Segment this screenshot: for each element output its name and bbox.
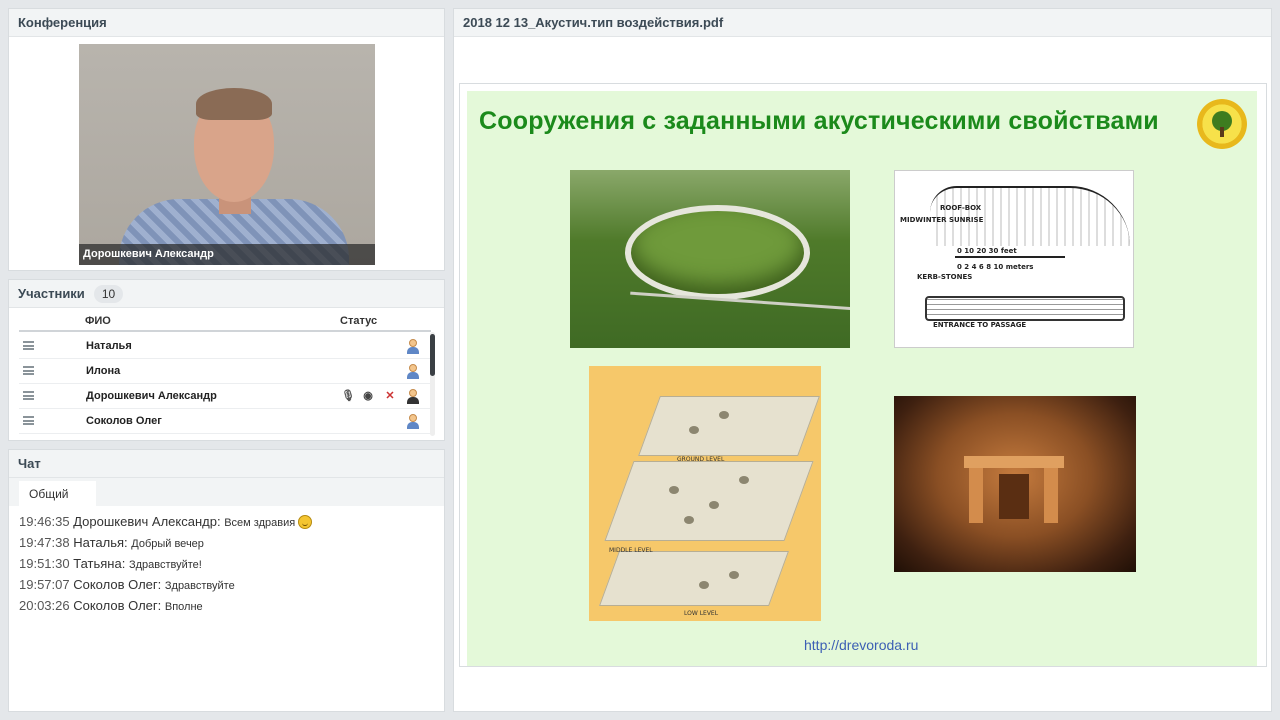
chat-message: 19:46:35 Дорошкевич Александр: Всем здра…: [19, 514, 313, 529]
chat-message: 19:51:30 Татьяна: Здравствуйте!: [19, 556, 202, 571]
participants-table-header: ФИО Статус: [19, 314, 431, 332]
message-author: Соколов Олег:: [73, 598, 162, 613]
conference-title: Конференция: [18, 15, 107, 30]
message-text: Добрый вечер: [131, 538, 204, 550]
conference-panel: Конференция Дорошкевич Александр: [8, 8, 445, 271]
slide: Сооружения с заданными акустическими сво…: [467, 91, 1257, 666]
hypogeum-level-map: GROUND LEVEL MIDDLE LEVEL LOW LEVEL: [589, 366, 821, 621]
slide-link[interactable]: http://drevoroda.ru: [804, 637, 918, 653]
message-author: Дорошкевич Александр:: [73, 514, 221, 529]
participants-title: Участники: [18, 286, 85, 301]
message-time: 19:46:35: [19, 514, 70, 529]
row-menu-icon[interactable]: [23, 416, 34, 425]
message-text: Всем здравия: [224, 517, 296, 529]
participants-count-badge: 10: [93, 284, 124, 303]
participant-name: Соколов Олег: [86, 415, 162, 427]
video-feed[interactable]: Дорошкевич Александр: [79, 44, 375, 265]
message-text: Вполне: [164, 601, 203, 613]
diagram-label: ROOF-BOX: [940, 204, 982, 212]
document-header: 2018 12 13_Акустич.тип воздействия.pdf: [454, 9, 1271, 37]
newgrange-aerial-photo: [570, 170, 850, 348]
message-author: Татьяна:: [73, 556, 126, 571]
column-status-header[interactable]: Статус: [340, 315, 377, 327]
user-status-icon: [405, 413, 421, 429]
message-time: 19:51:30: [19, 556, 70, 571]
message-text: Здравствуйте: [164, 580, 235, 592]
webcam-icon[interactable]: ◉: [360, 388, 376, 404]
conference-header: Конференция: [9, 9, 444, 37]
message-text: Здравствуйте!: [128, 559, 202, 571]
message-time: 19:47:38: [19, 535, 70, 550]
chat-message: 19:47:38 Наталья: Добрый вечер: [19, 535, 204, 550]
message-author: Наталья:: [73, 535, 128, 550]
participant-row[interactable]: Соколов Олег: [19, 409, 431, 434]
diagram-label: KERB-STONES: [917, 273, 973, 281]
chat-panel: Чат Общий 19:46:35 Дорошкевич Александр:…: [8, 449, 445, 712]
diagram-label: 0 2 4 6 8 10 meters: [957, 263, 1034, 271]
scrollbar-thumb[interactable]: [430, 334, 435, 376]
map-label: GROUND LEVEL: [677, 456, 725, 463]
video-speaker-label: Дорошкевич Александр: [79, 244, 375, 265]
participant-row[interactable]: Дорошкевич Александр 🎙 ◉ ✕: [19, 384, 431, 409]
column-name-header[interactable]: ФИО: [85, 315, 111, 327]
diagram-label: 0 10 20 30 feet: [957, 247, 1017, 255]
map-label: LOW LEVEL: [684, 610, 719, 617]
speaker-hair: [196, 88, 272, 120]
row-menu-icon[interactable]: [23, 391, 34, 400]
screen-share-off-icon[interactable]: ✕: [382, 388, 398, 404]
message-time: 20:03:26: [19, 598, 70, 613]
participant-name: Дорошкевич Александр: [86, 390, 217, 402]
participant-row[interactable]: Илона: [19, 359, 431, 384]
diagram-label: ENTRANCE TO PASSAGE: [933, 321, 1027, 329]
sun-logo-icon: [1197, 99, 1247, 149]
participant-name: Илона: [86, 365, 121, 377]
smiley-icon: [298, 515, 313, 529]
hypogeum-interior-photo: [894, 396, 1136, 572]
document-title: 2018 12 13_Акустич.тип воздействия.pdf: [463, 15, 724, 30]
message-author: Соколов Олег:: [73, 577, 162, 592]
chat-message: 19:57:07 Соколов Олег: Здравствуйте: [19, 577, 235, 592]
participant-name: Наталья: [86, 340, 132, 352]
row-menu-icon[interactable]: [23, 341, 34, 350]
presenter-status-icon: [405, 388, 421, 404]
slide-heading: Сооружения с заданными акустическими сво…: [479, 107, 1159, 135]
row-menu-icon[interactable]: [23, 366, 34, 375]
participant-row[interactable]: Наталья: [19, 334, 431, 359]
user-status-icon: [405, 363, 421, 379]
message-time: 19:57:07: [19, 577, 70, 592]
chat-message: 20:03:26 Соколов Олег: Вполне: [19, 598, 203, 613]
chat-tabbar: Общий: [9, 478, 444, 506]
participants-header: Участники 10: [9, 280, 444, 308]
chat-header: Чат: [9, 450, 444, 478]
participants-panel: Участники 10 ФИО Статус Наталья Илона До…: [8, 279, 445, 441]
chat-title: Чат: [18, 456, 41, 471]
map-label: MIDDLE LEVEL: [609, 547, 653, 554]
tab-general[interactable]: Общий: [19, 481, 96, 506]
microphone-icon[interactable]: 🎙: [340, 388, 356, 404]
document-panel: 2018 12 13_Акустич.тип воздействия.pdf С…: [453, 8, 1272, 712]
user-status-icon: [405, 338, 421, 354]
newgrange-diagram: ROOF-BOX MIDWINTER SUNRISE 0 10 20 30 fe…: [894, 170, 1134, 348]
participants-scrollbar[interactable]: [430, 332, 435, 436]
diagram-label: MIDWINTER SUNRISE: [900, 216, 984, 224]
